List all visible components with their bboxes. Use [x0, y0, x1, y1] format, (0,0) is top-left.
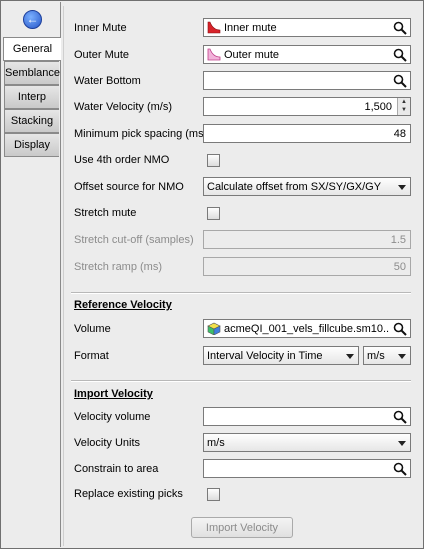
format-value: Interval Velocity in Time [207, 350, 323, 362]
tab-semblance[interactable]: Semblance [4, 61, 60, 85]
import-velocity-button[interactable]: Import Velocity [191, 517, 293, 538]
use-4th-order-label: Use 4th order NMO [74, 154, 170, 166]
stretch-cutoff-label: Stretch cut-off (samples) [74, 234, 194, 246]
back-arrow-icon[interactable]: ← [23, 10, 42, 29]
velocity-volume-field[interactable] [203, 407, 411, 426]
cube-icon [207, 322, 221, 335]
inner-mute-field[interactable]: Inner mute [203, 18, 411, 37]
replace-picks-checkbox[interactable] [207, 488, 220, 501]
outer-mute-label: Outer Mute [74, 49, 130, 61]
volume-label: Volume [74, 323, 111, 335]
stretch-mute-label: Stretch mute [74, 207, 137, 219]
import-velocity-heading: Import Velocity [74, 388, 153, 400]
mute-curve-icon [207, 48, 221, 61]
velocity-units-label: Velocity Units [74, 437, 141, 449]
outer-mute-field[interactable]: Outer mute [203, 45, 411, 64]
tab-interp[interactable]: Interp [4, 85, 59, 109]
stretch-ramp-field: 50 [203, 257, 411, 276]
tab-general[interactable]: General [3, 37, 61, 61]
reference-volume-value: acmeQI_001_vels_fillcube.sm10... [224, 323, 390, 335]
min-pick-spacing-value: 48 [393, 128, 406, 140]
tab-stacking[interactable]: Stacking [4, 109, 59, 133]
format-label: Format [74, 350, 109, 362]
velocity-volume-label: Velocity volume [74, 411, 151, 423]
inner-mute-value: Inner mute [224, 22, 277, 34]
use-4th-order-checkbox[interactable] [207, 154, 220, 167]
spin-buttons[interactable]: ▲ ▼ [397, 98, 410, 115]
search-icon[interactable] [393, 410, 407, 424]
reference-volume-field[interactable]: acmeQI_001_vels_fillcube.sm10... [203, 319, 411, 338]
tab-sidebar: ← General Semblance Interp Stacking Disp… [2, 2, 61, 547]
general-panel: Inner Mute Inner mute Outer Mute Outer m… [60, 2, 423, 547]
chevron-down-icon [398, 441, 406, 446]
divider [71, 380, 411, 382]
water-velocity-value: 1,500 [364, 101, 392, 113]
reference-velocity-heading: Reference Velocity [74, 299, 172, 311]
panel-border [63, 6, 64, 546]
stretch-cutoff-field: 1.5 [203, 230, 411, 249]
stretch-ramp-value: 50 [393, 261, 406, 273]
unit-dropdown[interactable]: m/s [363, 346, 411, 365]
chevron-down-icon [346, 354, 354, 359]
search-icon[interactable] [393, 21, 407, 35]
offset-source-dropdown[interactable]: Calculate offset from SX/SY/GX/GY [203, 177, 411, 196]
velocity-units-value: m/s [207, 437, 225, 449]
offset-source-value: Calculate offset from SX/SY/GX/GY [207, 181, 382, 193]
window: ← General Semblance Interp Stacking Disp… [0, 0, 424, 549]
stretch-ramp-label: Stretch ramp (ms) [74, 261, 163, 273]
search-icon[interactable] [393, 462, 407, 476]
search-icon[interactable] [393, 48, 407, 62]
mute-curve-icon [207, 21, 221, 34]
format-dropdown[interactable]: Interval Velocity in Time [203, 346, 359, 365]
divider [71, 292, 411, 294]
velocity-units-dropdown[interactable]: m/s [203, 433, 411, 452]
water-bottom-field[interactable] [203, 71, 411, 90]
constrain-area-field[interactable] [203, 459, 411, 478]
tab-display[interactable]: Display [4, 133, 59, 157]
spin-down-icon[interactable]: ▼ [398, 106, 410, 114]
inner-mute-label: Inner Mute [74, 22, 127, 34]
outer-mute-value: Outer mute [224, 49, 280, 61]
constrain-label: Constrain to area [74, 463, 159, 475]
min-pick-spacing-field[interactable]: 48 [203, 124, 411, 143]
water-bottom-label: Water Bottom [74, 75, 141, 87]
water-velocity-spinbox[interactable]: 1,500 ▲ ▼ [203, 97, 411, 116]
unit-value: m/s [367, 350, 385, 362]
search-icon[interactable] [393, 74, 407, 88]
offset-source-label: Offset source for NMO [74, 181, 184, 193]
stretch-mute-checkbox[interactable] [207, 207, 220, 220]
replace-picks-label: Replace existing picks [74, 488, 183, 500]
chevron-down-icon [398, 185, 406, 190]
chevron-down-icon [398, 354, 406, 359]
spin-up-icon[interactable]: ▲ [398, 98, 410, 106]
water-velocity-label: Water Velocity (m/s) [74, 101, 172, 113]
min-pick-spacing-label: Minimum pick spacing (ms) [74, 128, 208, 140]
stretch-cutoff-value: 1.5 [390, 234, 406, 246]
search-icon[interactable] [393, 322, 407, 336]
